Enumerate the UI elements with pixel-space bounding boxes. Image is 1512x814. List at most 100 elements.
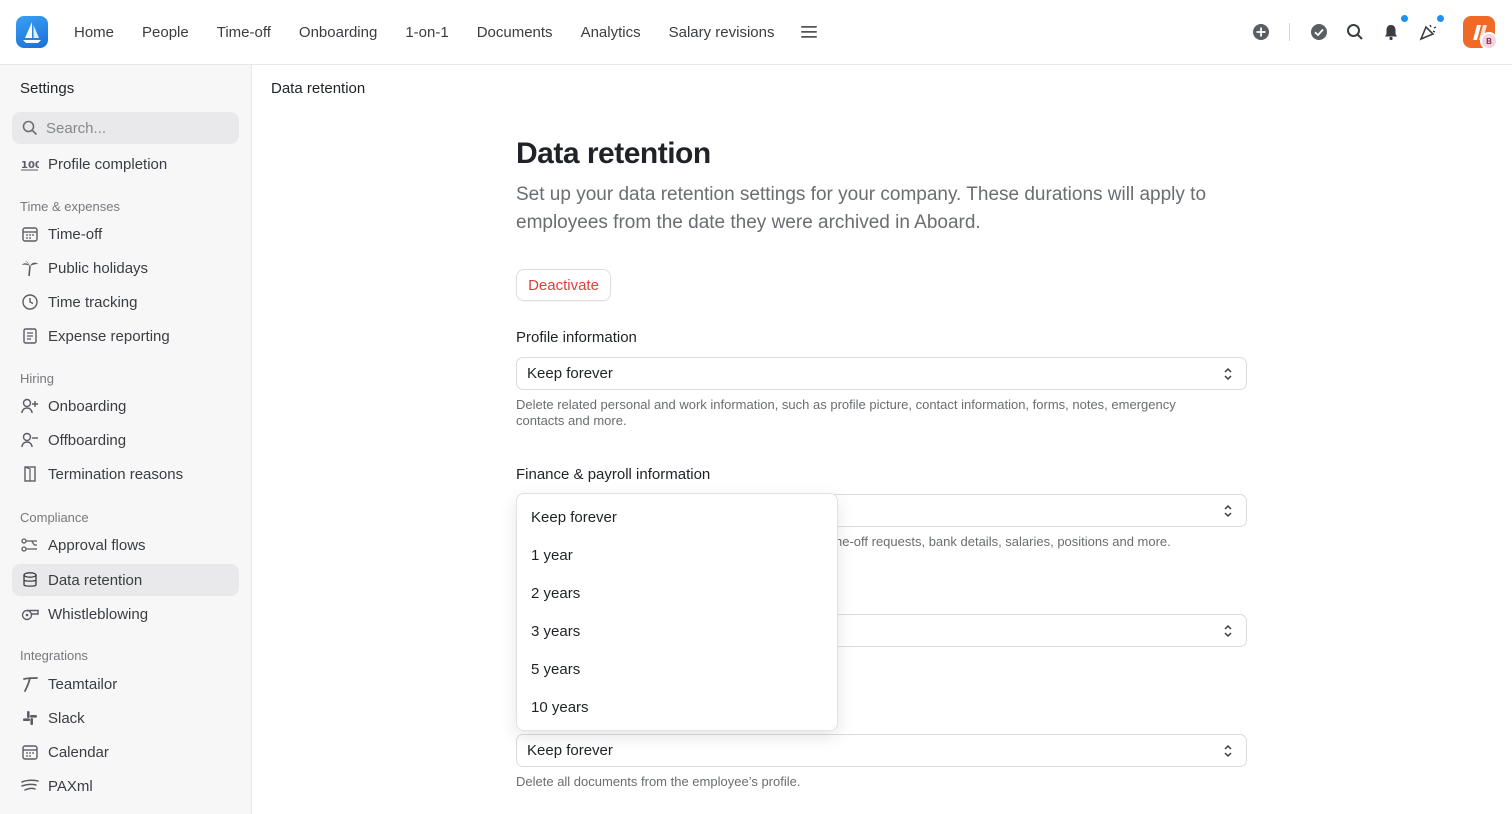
calendar-icon [20, 742, 40, 762]
sidebar-item-onboarding[interactable]: Onboarding [12, 390, 239, 422]
nav-onboarding[interactable]: Onboarding [285, 24, 391, 41]
select-value: Keep forever [527, 742, 613, 759]
sidebar-title: Settings [20, 80, 75, 97]
sidebar-item-label: Offboarding [48, 431, 127, 449]
sidebar-item-label: Expense reporting [48, 327, 170, 345]
sidebar-item-label: Whistleblowing [48, 605, 149, 623]
sidebar-item-approval-flows[interactable]: Approval flows [12, 529, 239, 561]
teamtailor-icon [20, 674, 40, 694]
sidebar-item-teamtailor[interactable]: Teamtailor [12, 668, 239, 700]
top-bar: Home People Time-off Onboarding 1-on-1 D… [0, 0, 1512, 65]
main-nav: Home People Time-off Onboarding 1-on-1 D… [60, 0, 824, 64]
dropdown-option-3-years[interactable]: 3 years [531, 623, 580, 640]
search-icon[interactable] [1342, 19, 1368, 45]
sidebar-item-whistleblowing[interactable]: Whistleblowing [12, 598, 239, 630]
search-icon [22, 120, 38, 136]
dropdown-option-1-year[interactable]: 1 year [531, 547, 573, 564]
dropdown-option-5-years[interactable]: 5 years [531, 661, 580, 678]
chevron-up-down-icon [1224, 624, 1232, 638]
sidebar-item-label: Slack [48, 709, 85, 727]
sidebar-search[interactable] [12, 112, 239, 144]
sidebar-section-hiring: Hiring [20, 371, 54, 386]
hundred-points-icon: 100 [20, 154, 40, 174]
sidebar-item-slack[interactable]: Slack [12, 702, 239, 734]
sidebar-item-offboarding[interactable]: Offboarding [12, 424, 239, 456]
documents-help-text: Delete all documents from the employee’s… [516, 774, 801, 789]
sidebar-item-label: Termination reasons [48, 465, 184, 483]
sidebar-section-integrations: Integrations [20, 648, 88, 663]
breadcrumb: Data retention [271, 80, 366, 97]
select-value: Keep forever [527, 365, 613, 382]
finance-payroll-label: Finance & payroll information [516, 466, 711, 483]
profile-information-label: Profile information [516, 329, 637, 346]
nav-documents[interactable]: Documents [463, 24, 567, 41]
clock-icon [20, 292, 40, 312]
sidebar-search-input[interactable] [46, 119, 216, 137]
app-logo[interactable] [16, 16, 48, 48]
nav-salary-revisions[interactable]: Salary revisions [655, 24, 789, 41]
sidebar-item-label: Onboarding [48, 397, 127, 415]
profile-help-text: Delete related personal and work informa… [516, 397, 1176, 428]
sidebar-item-calendar[interactable]: Calendar [12, 736, 239, 768]
nav-analytics[interactable]: Analytics [567, 24, 655, 41]
paxml-icon [20, 776, 40, 796]
sidebar-item-public-holidays[interactable]: Public holidays [12, 252, 239, 284]
chevron-up-down-icon [1224, 367, 1232, 381]
sidebar-item-time-off[interactable]: Time-off [12, 218, 239, 250]
chevron-up-down-icon [1224, 504, 1232, 518]
documents-retention-select[interactable]: Keep forever [516, 734, 1247, 767]
updates-dot [1436, 14, 1445, 23]
svg-text:100: 100 [21, 160, 39, 171]
nav-home[interactable]: Home [60, 24, 128, 41]
sidebar-item-label: Profile completion [48, 155, 168, 173]
hamburger-icon[interactable] [794, 17, 824, 47]
notification-dot [1400, 14, 1409, 23]
party-popper-icon[interactable] [1415, 19, 1441, 45]
sidebar-item-label: Time tracking [48, 293, 138, 311]
sidebar-item-time-tracking[interactable]: Time tracking [12, 286, 239, 318]
dropdown-option-keep-forever[interactable]: Keep forever [531, 509, 617, 526]
sidebar-item-data-retention[interactable]: Data retention [12, 564, 239, 596]
sidebar-item-label: Teamtailor [48, 675, 118, 693]
slack-icon [20, 708, 40, 728]
deactivate-button[interactable]: Deactivate [516, 269, 611, 301]
bell-icon[interactable] [1378, 19, 1404, 45]
database-icon [20, 570, 40, 590]
sailboat-icon [23, 22, 41, 43]
dropdown-option-10-years[interactable]: 10 years [531, 699, 589, 716]
user-plus-icon [20, 396, 40, 416]
nav-1-on-1[interactable]: 1-on-1 [391, 24, 462, 41]
receipt-icon [20, 326, 40, 346]
checkmark-circle-icon[interactable] [1306, 19, 1332, 45]
whistle-icon [20, 604, 40, 624]
chevron-up-down-icon [1224, 744, 1232, 758]
user-minus-icon [20, 430, 40, 450]
sidebar-item-paxml[interactable]: PAXml [12, 770, 239, 802]
palm-tree-icon [20, 258, 40, 278]
sidebar-item-termination-reasons[interactable]: Termination reasons [12, 458, 239, 490]
calendar-icon [20, 224, 40, 244]
page-title: Data retention [516, 137, 711, 170]
dropdown-option-2-years[interactable]: 2 years [531, 585, 580, 602]
sidebar-item-label: Time-off [48, 225, 103, 243]
settings-sidebar: Settings 100 Profile completion Time & e… [0, 65, 252, 814]
page-description: Set up your data retention settings for … [516, 184, 1207, 233]
nav-people[interactable]: People [128, 24, 203, 41]
sidebar-section-time-expenses: Time & expenses [20, 199, 120, 214]
add-circle-icon[interactable] [1248, 19, 1274, 45]
door-icon [20, 464, 40, 484]
finance-help-text: ne-off requests, bank details, salaries,… [835, 534, 1171, 549]
profile-retention-select[interactable]: Keep forever [516, 357, 1247, 390]
user-avatar-badge[interactable]: B [1480, 32, 1498, 50]
header-divider [1289, 23, 1290, 41]
sidebar-item-label: Data retention [48, 571, 143, 589]
sidebar-item-profile-completion[interactable]: 100 Profile completion [12, 148, 239, 180]
sidebar-item-label: PAXml [48, 777, 93, 795]
nav-time-off[interactable]: Time-off [203, 24, 285, 41]
sidebar-section-compliance: Compliance [20, 510, 89, 525]
sidebar-item-label: Calendar [48, 743, 109, 761]
retention-dropdown-menu: Keep forever 1 year 2 years 3 years 5 ye… [516, 493, 838, 731]
sidebar-item-label: Approval flows [48, 536, 146, 554]
sidebar-item-expense-reporting[interactable]: Expense reporting [12, 320, 239, 352]
sidebar-item-label: Public holidays [48, 259, 149, 277]
